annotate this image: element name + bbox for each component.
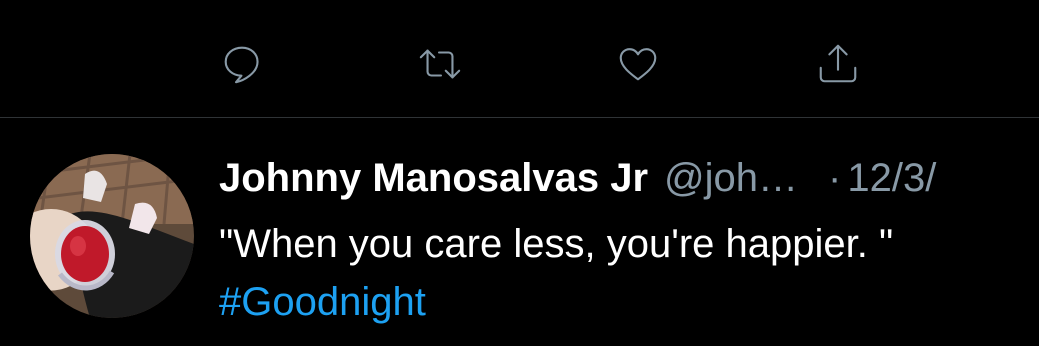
hashtag-link[interactable]: #Goodnight: [219, 274, 426, 330]
retweet-button[interactable]: [416, 40, 464, 88]
reply-icon: [224, 46, 259, 84]
share-icon: [819, 44, 857, 83]
user-handle[interactable]: @joh…: [664, 156, 798, 200]
avatar[interactable]: [30, 154, 194, 318]
like-button[interactable]: [614, 40, 662, 88]
avatar-photo: [30, 154, 194, 318]
display-name[interactable]: Johnny Manosalvas Jr: [219, 156, 648, 200]
separator-dot: ·: [828, 156, 842, 200]
tweet-header: Johnny Manosalvas Jr @joh… · 12/3/: [219, 154, 936, 202]
retweet-icon: [419, 49, 461, 79]
reply-button[interactable]: [218, 40, 266, 88]
tweet-timestamp[interactable]: 12/3/: [847, 156, 936, 200]
tweet[interactable]: Johnny Manosalvas Jr @joh… · 12/3/ "When yo…: [0, 118, 1039, 346]
tweet-text: "When you care less, you're happier. ": [219, 222, 894, 266]
heart-icon: [619, 48, 657, 81]
tweet-action-bar: [0, 0, 1039, 117]
share-button[interactable]: [814, 40, 862, 88]
